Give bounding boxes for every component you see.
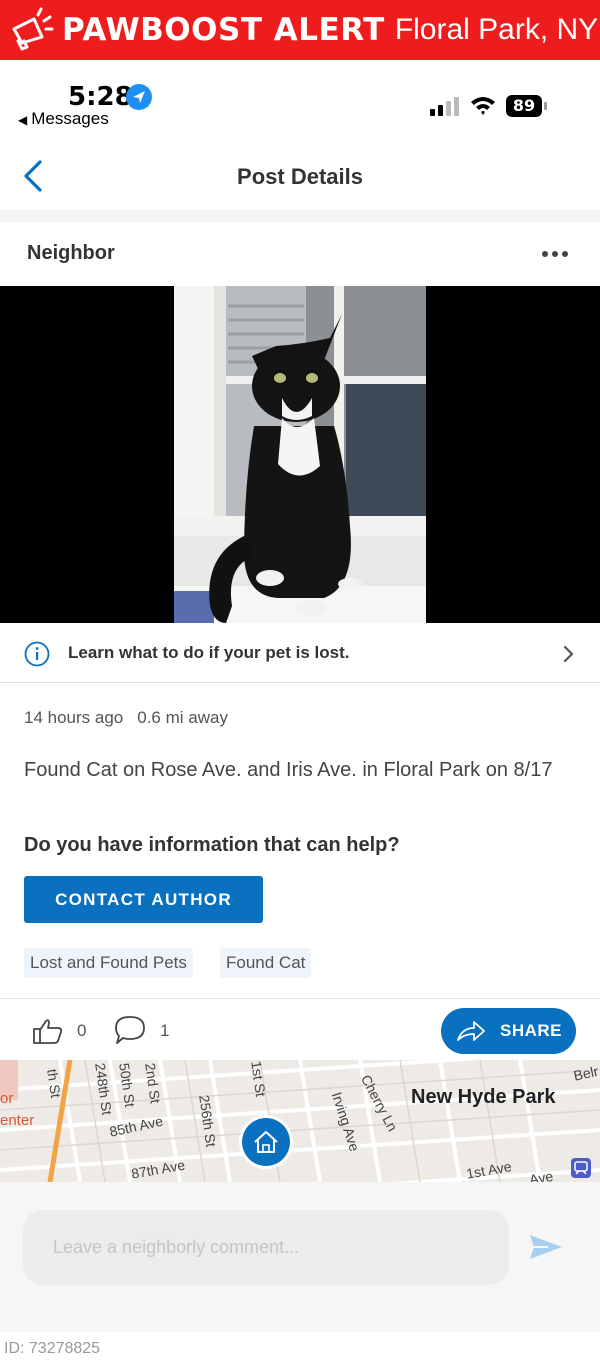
banner-brand: PAWBOOST ALERT — [62, 12, 385, 48]
transit-icon — [571, 1158, 591, 1178]
back-app-label: Messages — [31, 109, 109, 128]
share-button[interactable]: SHARE — [441, 1008, 576, 1054]
battery-indicator: 89 — [506, 95, 548, 117]
page-title: Post Details — [237, 164, 363, 189]
post-author: Neighbor — [27, 242, 115, 264]
tag-lost-and-found-pets[interactable]: Lost and Found Pets — [24, 948, 193, 978]
post-time: 14 hours ago — [24, 708, 124, 727]
thumbs-up-icon[interactable] — [32, 1017, 64, 1045]
more-options-icon[interactable] — [541, 250, 569, 258]
chevron-right-icon — [563, 645, 574, 663]
map-label-town: New Hyde Park — [411, 1086, 556, 1108]
location-map[interactable]: or enter th St 248th St 50th St 2nd St 2… — [0, 1060, 600, 1182]
info-icon — [24, 641, 50, 667]
post-distance: 0.6 mi away — [137, 708, 228, 727]
battery-level: 89 — [506, 95, 542, 117]
tag-found-cat[interactable]: Found Cat — [220, 948, 312, 978]
post-photo[interactable] — [0, 286, 600, 623]
map-label: or — [0, 1090, 14, 1107]
share-label: SHARE — [500, 1021, 563, 1040]
lost-pet-tips-row[interactable]: Learn what to do if your pet is lost. — [0, 623, 600, 683]
lost-pet-tips-text: Learn what to do if your pet is lost. — [68, 643, 350, 662]
divider — [0, 210, 600, 222]
action-bar: 0 1 SHARE — [0, 998, 600, 1060]
megaphone-icon — [12, 7, 54, 51]
nav-header: Post Details — [0, 140, 600, 212]
alert-banner: PAWBOOST ALERT Floral Park, NY — [0, 0, 600, 60]
status-time: 5:28 — [68, 82, 133, 112]
cat-photo-illustration — [174, 286, 426, 623]
map-label: enter — [0, 1112, 35, 1129]
location-arrow-icon — [126, 84, 152, 110]
comment-bubble-icon[interactable] — [114, 1015, 146, 1045]
help-question: Do you have information that can help? — [24, 834, 400, 856]
back-triangle-icon: ◀ — [18, 113, 28, 127]
comment-count: 1 — [160, 1021, 170, 1040]
like-count: 0 — [77, 1021, 87, 1040]
home-pin-icon[interactable] — [238, 1114, 294, 1170]
status-bar: 5:28 ◀ Messages 89 — [0, 60, 600, 140]
back-to-messages-link[interactable]: ◀ Messages — [18, 109, 109, 129]
wifi-icon — [471, 97, 495, 115]
comment-input[interactable] — [23, 1210, 509, 1285]
share-arrow-icon — [457, 1021, 485, 1041]
post-meta: 14 hours ago 0.6 mi away — [24, 708, 228, 728]
comment-area — [0, 1182, 600, 1332]
cellular-signal-icon — [430, 97, 459, 116]
contact-author-button[interactable]: CONTACT AUTHOR — [24, 876, 263, 923]
send-icon[interactable] — [528, 1232, 564, 1262]
post-id: ID: 73278825 — [4, 1340, 101, 1357]
banner-location: Floral Park, NY — [394, 13, 599, 46]
post-body: Found Cat on Rose Ave. and Iris Ave. in … — [24, 759, 553, 781]
